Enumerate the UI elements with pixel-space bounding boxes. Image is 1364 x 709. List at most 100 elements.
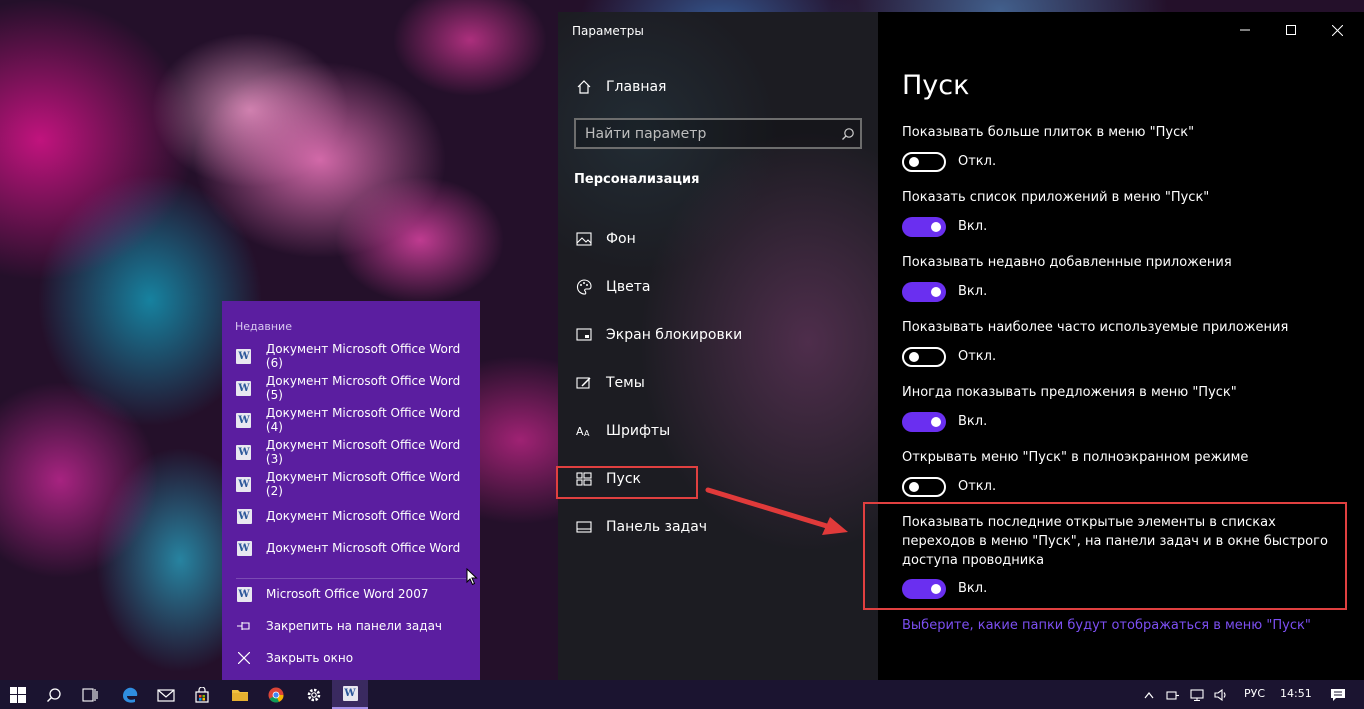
home-icon (574, 77, 594, 97)
jump-list-app-label: Microsoft Office Word 2007 (266, 587, 429, 601)
image-icon (574, 229, 594, 249)
palette-icon (574, 277, 594, 297)
option-label: Иногда показывать предложения в меню "Пу… (902, 385, 1237, 400)
toggle-state-label: Откл. (958, 479, 997, 494)
language-indicator[interactable]: РУС (1244, 687, 1265, 700)
lock-screen-icon (574, 325, 594, 345)
nav-home[interactable]: Главная (558, 67, 878, 107)
word-document-icon: W (236, 444, 252, 460)
nav-item-label: Цвета (606, 279, 651, 295)
mail-button[interactable] (148, 680, 184, 709)
recent-item[interactable]: W Документ Microsoft Office Word (4) (222, 404, 480, 436)
network-tray-button[interactable] (1186, 680, 1208, 709)
nav-item-lock-screen[interactable]: Экран блокировки (558, 315, 878, 355)
toggle-fullscreen[interactable] (902, 477, 946, 497)
fonts-icon: AA (574, 421, 594, 441)
start-button[interactable] (0, 680, 36, 709)
nav-item-label: Фон (606, 231, 636, 247)
recent-item-label: Документ Microsoft Office Word (4) (265, 406, 461, 434)
choose-folders-link[interactable]: Выберите, какие папки будут отображаться… (902, 618, 1311, 633)
toggle-suggestions[interactable] (902, 412, 946, 432)
settings-nav-pane: Параметры Главная Персонализация Фон Цве (556, 12, 878, 680)
search-icon[interactable] (836, 127, 860, 141)
nav-item-themes[interactable]: Темы (558, 363, 878, 403)
option-label: Показывать недавно добавленные приложени… (902, 255, 1232, 270)
search-input[interactable] (576, 120, 836, 147)
option-label: Открывать меню "Пуск" в полноэкранном ре… (902, 450, 1249, 465)
annotation-arrow-icon (705, 487, 848, 535)
nav-item-fonts[interactable]: AA Шрифты (558, 411, 878, 451)
toggle-more-tiles[interactable] (902, 152, 946, 172)
nav-item-label: Панель задач (606, 519, 708, 535)
toggle-knob (909, 352, 919, 362)
task-view-icon (82, 687, 98, 702)
toggle-state-label: Вкл. (958, 581, 988, 596)
mail-icon (157, 688, 175, 702)
recent-item-label: Документ Microsoft Office Word (6) (265, 342, 461, 370)
recent-item[interactable]: W Документ Microsoft Office Word (5) (222, 372, 480, 404)
nav-item-label: Экран блокировки (606, 327, 743, 343)
close-window-item[interactable]: Закрыть окно (222, 642, 480, 674)
action-center-button[interactable] (1320, 680, 1356, 709)
nav-item-background[interactable]: Фон (558, 219, 878, 259)
word-document-icon: W (236, 412, 252, 428)
search-box[interactable] (574, 118, 862, 149)
file-explorer-button[interactable] (222, 680, 258, 709)
recent-item[interactable]: W Документ Microsoft Office Word (2) (222, 468, 480, 500)
toggle-app-list[interactable] (902, 217, 946, 237)
toggle-knob (909, 482, 919, 492)
search-button[interactable] (36, 680, 72, 709)
chevron-up-icon (1144, 691, 1154, 698)
jump-list-header: Недавние (235, 320, 292, 333)
recent-item-label: Документ Microsoft Office Word (266, 541, 461, 555)
nav-item-label: Темы (606, 375, 645, 391)
toggle-state-label: Вкл. (958, 414, 988, 429)
chrome-icon (268, 687, 284, 703)
recent-item-label: Документ Microsoft Office Word (2) (265, 470, 461, 498)
clock[interactable]: 14:51 (1280, 687, 1312, 700)
recent-item[interactable]: W Документ Microsoft Office Word (222, 532, 480, 564)
power-tray-button[interactable] (1162, 680, 1184, 709)
nav-item-label: Пуск (606, 471, 641, 487)
gear-icon (307, 688, 321, 701)
svg-text:A: A (584, 429, 590, 438)
chrome-button[interactable] (258, 680, 294, 709)
recent-item-label: Документ Microsoft Office Word (3) (265, 438, 461, 466)
nav-item-label: Шрифты (606, 423, 671, 439)
jump-list-app[interactable]: W Microsoft Office Word 2007 (222, 578, 480, 610)
word-document-icon: W (236, 348, 252, 364)
start-icon (574, 469, 594, 489)
volume-tray-button[interactable] (1210, 680, 1232, 709)
word-taskbar-button[interactable]: W (332, 680, 368, 709)
toggle-recently-added[interactable] (902, 282, 946, 302)
nav-item-colors[interactable]: Цвета (558, 267, 878, 307)
pin-to-taskbar-item[interactable]: Закрепить на панели задач (222, 610, 480, 642)
power-plug-icon (1166, 690, 1179, 700)
store-button[interactable] (184, 680, 220, 709)
section-header: Персонализация (574, 172, 700, 187)
recent-item[interactable]: W Документ Microsoft Office Word (6) (222, 340, 480, 372)
toggle-recent-items[interactable] (902, 579, 946, 599)
toggle-knob (931, 584, 941, 594)
pin-icon (236, 618, 252, 634)
folder-icon (232, 689, 248, 701)
recent-item[interactable]: W Документ Microsoft Office Word (3) (222, 436, 480, 468)
task-view-button[interactable] (72, 680, 108, 709)
taskbar: W РУС 14:51 (0, 680, 1364, 709)
word-document-icon: W (236, 540, 252, 556)
edge-button[interactable] (112, 680, 148, 709)
settings-button[interactable] (296, 680, 332, 709)
settings-window: Параметры Главная Персонализация Фон Цве (556, 12, 1364, 680)
store-icon (195, 686, 209, 703)
recent-item[interactable]: W Документ Microsoft Office Word (222, 500, 480, 532)
notification-icon (1331, 688, 1345, 701)
option-label: Показывать больше плиток в меню "Пуск" (902, 125, 1195, 140)
window-title: Параметры (572, 24, 644, 38)
recent-item-label: Документ Microsoft Office Word (5) (265, 374, 461, 402)
settings-content-pane: Пуск Показывать больше плиток в меню "Пу… (863, 12, 1364, 680)
toggle-most-used[interactable] (902, 347, 946, 367)
close-window-label: Закрыть окно (266, 651, 354, 665)
close-icon (236, 650, 252, 666)
show-hidden-icons-button[interactable] (1138, 680, 1160, 709)
toggle-state-label: Вкл. (958, 219, 988, 234)
